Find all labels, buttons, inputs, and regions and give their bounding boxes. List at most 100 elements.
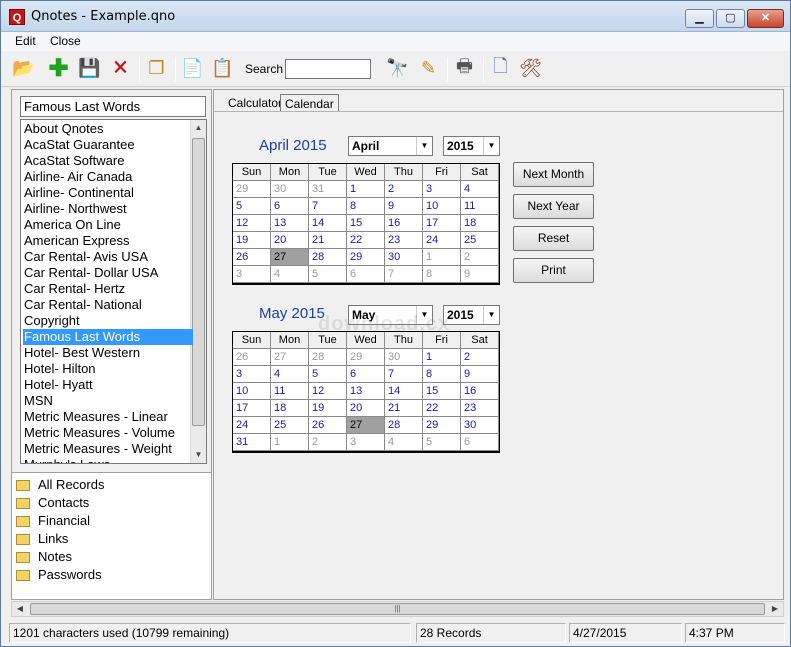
calendar-day[interactable]: 12 [309,383,347,400]
calendar-day[interactable]: 6 [347,366,385,383]
calendar-day[interactable]: 6 [347,266,385,283]
calendar-day[interactable]: 10 [423,198,461,215]
calendar-day[interactable]: 30 [385,349,423,366]
category-item[interactable]: Contacts [16,494,89,512]
menu-close[interactable]: Close [50,34,81,48]
list-item[interactable]: AcaStat Guarantee [23,137,193,153]
close-window-button[interactable]: ✕ [747,9,784,28]
next-year-button[interactable]: Next Year [513,194,594,219]
scroll-thumb[interactable] [192,138,205,426]
list-item[interactable]: Copyright [23,313,193,329]
tab-calendar[interactable]: Calendar [280,94,339,112]
calendar-day[interactable]: 26 [233,349,271,366]
calendar-day[interactable]: 7 [385,366,423,383]
calendar-day[interactable]: 5 [423,434,461,451]
calendar-day[interactable]: 31 [233,434,271,451]
month-select[interactable]: April ▼ [348,136,433,156]
calendar-day[interactable]: 28 [385,417,423,434]
calendar-day[interactable]: 28 [309,349,347,366]
calendar-day[interactable]: 1 [271,434,309,451]
calendar-day[interactable]: 27 [271,349,309,366]
list-item[interactable]: Airline- Air Canada [23,169,193,185]
list-item[interactable]: Car Rental- National [23,297,193,313]
list-item[interactable]: Famous Last Words [23,329,193,345]
calendar-day[interactable]: 14 [309,215,347,232]
list-item[interactable]: Murphy's Laws [23,457,193,463]
calendar-day[interactable]: 23 [385,232,423,249]
maximize-button[interactable]: ▢ [716,9,745,28]
list-item[interactable]: Airline- Northwest [23,201,193,217]
list-item[interactable]: Airline- Continental [23,185,193,201]
category-item[interactable]: Financial [16,512,90,530]
calendar-day[interactable]: 29 [233,181,271,198]
calendar-day[interactable]: 6 [461,434,499,451]
calendar-day[interactable]: 4 [271,266,309,283]
calendar-day[interactable]: 18 [271,400,309,417]
calendar-day[interactable]: 28 [309,249,347,266]
calendar-day[interactable]: 21 [309,232,347,249]
list-item[interactable]: AcaStat Software [23,153,193,169]
calendar-day[interactable]: 16 [461,383,499,400]
year-select[interactable]: 2015 ▼ [443,305,500,325]
list-item[interactable]: America On Line [23,217,193,233]
list-item[interactable]: Hotel- Hilton [23,361,193,377]
delete-record-icon[interactable]: 🗙 [107,55,134,82]
calendar-day[interactable]: 24 [423,232,461,249]
copy-icon[interactable]: 📄 [179,55,206,82]
calendar-day[interactable]: 3 [423,181,461,198]
calendar-day[interactable]: 19 [309,400,347,417]
record-title-field[interactable]: Famous Last Words [20,96,206,117]
calendar-day[interactable]: 5 [309,266,347,283]
tab-calculator[interactable]: Calculator [224,94,286,112]
calendar-day[interactable]: 23 [461,400,499,417]
scroll-right-icon[interactable]: ▶ [767,602,783,616]
calendar-day[interactable]: 1 [423,349,461,366]
calendar-day[interactable]: 22 [347,232,385,249]
category-item[interactable]: Links [16,530,68,548]
open-folder-icon[interactable]: 📂 [10,55,37,82]
magic-wand-icon[interactable]: ✎ [415,55,442,82]
calendar-day[interactable]: 8 [347,198,385,215]
calendar-day[interactable]: 26 [233,249,271,266]
category-item[interactable]: Notes [16,548,72,566]
list-item[interactable]: Metric Measures - Volume [23,425,193,441]
calendar-day[interactable]: 8 [423,266,461,283]
records-list[interactable]: ▲ ▼ About Qnotes AcaStat Guarantee AcaStat… [20,119,207,464]
calendar-day[interactable]: 15 [347,215,385,232]
calendar-day[interactable]: 26 [309,417,347,434]
calendar-day[interactable]: 24 [233,417,271,434]
calendar-day[interactable]: 2 [461,249,499,266]
binoculars-icon[interactable]: 🔭 [384,55,411,82]
calendar-day[interactable]: 9 [461,366,499,383]
search-input[interactable] [285,59,371,79]
calendar-day[interactable]: 17 [423,215,461,232]
list-item[interactable]: MSN [23,393,193,409]
calendar-day[interactable]: 7 [309,198,347,215]
calendar-day[interactable]: 11 [271,383,309,400]
minimize-button[interactable]: ▁ [685,9,714,28]
calendar-day[interactable]: 9 [385,198,423,215]
tools-icon[interactable]: 🛠 [517,55,544,82]
calendar-day[interactable]: 7 [385,266,423,283]
horizontal-scrollbar[interactable]: ◀ ||| ▶ [11,601,784,617]
calendar-day[interactable]: 1 [347,181,385,198]
year-select[interactable]: 2015 ▼ [443,136,500,156]
calendar-day[interactable]: 22 [423,400,461,417]
list-item[interactable]: Car Rental- Avis USA [23,249,193,265]
calendar-day[interactable]: 25 [271,417,309,434]
reset-button[interactable]: Reset [513,226,594,251]
calendar-day[interactable]: 13 [271,215,309,232]
new-page-icon[interactable]: 🗋 [487,55,514,82]
calendar-day[interactable]: 2 [309,434,347,451]
calendar-day[interactable]: 3 [347,434,385,451]
calendar-day[interactable]: 18 [461,215,499,232]
list-item[interactable]: Metric Measures - Weight [23,441,193,457]
calendar-day[interactable]: 12 [233,215,271,232]
calendar-day[interactable]: 4 [271,366,309,383]
calendar-day[interactable]: 9 [461,266,499,283]
save-icon[interactable]: 💾 [76,55,103,82]
category-item[interactable]: All Records [16,476,104,494]
scroll-thumb[interactable]: ||| [30,603,765,615]
paste-icon[interactable]: 📋 [209,55,236,82]
list-item[interactable]: About Qnotes [23,121,193,137]
